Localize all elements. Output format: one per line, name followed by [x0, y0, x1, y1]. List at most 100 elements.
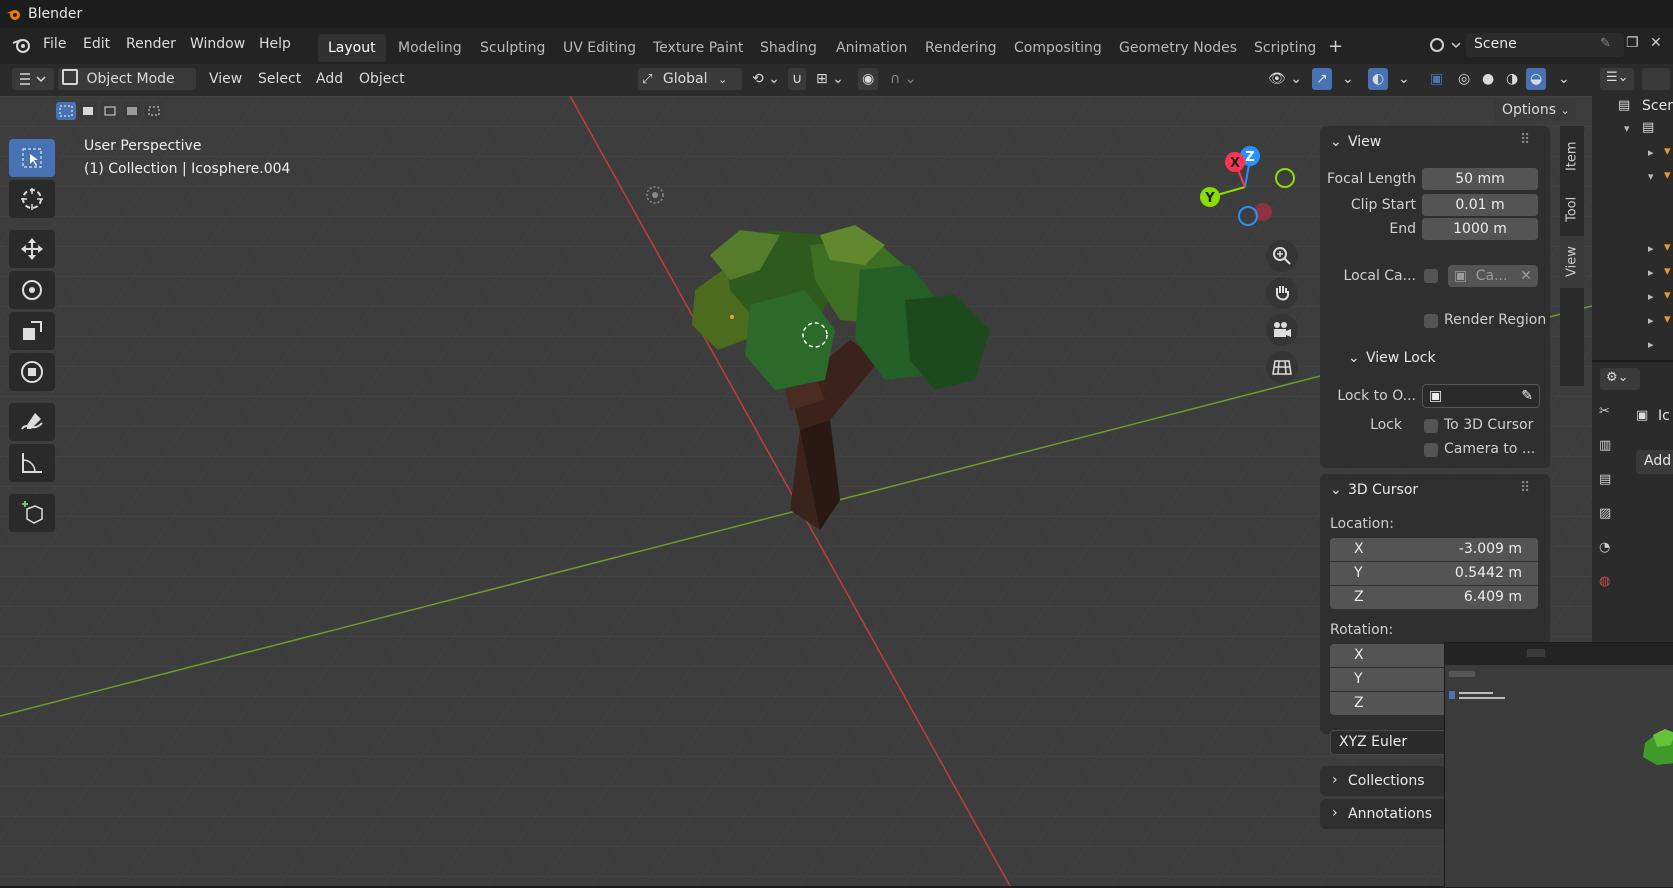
properties-editor-type-icon[interactable]: ⚙⌄	[1600, 368, 1640, 390]
cursor-x-value[interactable]: -3.009 m	[1459, 538, 1522, 561]
local-camera-value[interactable]: Ca...	[1476, 268, 1508, 284]
menu-add[interactable]: Add	[312, 68, 347, 90]
outliner-filter-icon[interactable]	[1642, 68, 1670, 90]
tab-scripting[interactable]: Scripting	[1244, 34, 1326, 62]
material-shading-icon[interactable]: ◑	[1502, 68, 1522, 90]
cursor-location-y[interactable]: Y 0.5442 m	[1330, 562, 1538, 585]
blender-menu-icon[interactable]	[11, 35, 33, 55]
tab-item[interactable]: Item	[1560, 130, 1584, 182]
navigation-gizmo[interactable]: Z X Y	[1190, 142, 1300, 232]
output-properties-icon[interactable]: ▤	[1599, 472, 1611, 487]
menu-edit[interactable]: Edit	[83, 36, 110, 52]
outliner[interactable]: ☰⌄ ▤ Scen ▾ ▤ ▸ ▾ ▾ ▾ ▸ ▾ ▸ ▾ ▸ ▾ ▸ ▾ ▸	[1592, 64, 1673, 360]
properties-object-name[interactable]: Ic	[1658, 408, 1670, 424]
mode-selector[interactable]: Object Mode ⌄	[58, 68, 196, 108]
light-icon[interactable]	[642, 183, 668, 207]
scene-type-icon[interactable]	[1428, 35, 1464, 55]
options-dropdown[interactable]: Options ⌄	[1494, 99, 1576, 121]
cursor-location-x[interactable]: X -3.009 m	[1330, 538, 1538, 561]
tab-rendering[interactable]: Rendering	[915, 34, 1007, 62]
expand-icon[interactable]: ▸	[1648, 338, 1654, 351]
pivot-icon[interactable]: ⟲ ⌄	[748, 68, 784, 90]
outliner-scene-label[interactable]: Scen	[1642, 98, 1673, 114]
add-modifier-button[interactable]: Add I	[1636, 450, 1673, 474]
solid-shading-icon[interactable]: ●	[1478, 68, 1498, 90]
ortho-toggle-button[interactable]	[1266, 351, 1298, 383]
view-lock-title[interactable]: View Lock	[1366, 350, 1436, 366]
scene-properties-icon[interactable]: ◔	[1599, 540, 1610, 555]
options-label[interactable]: Options	[1502, 102, 1556, 118]
menu-object[interactable]: Object	[355, 68, 409, 90]
tab-animation[interactable]: Animation	[826, 34, 917, 62]
view-lock-collapse-icon[interactable]: ⌄	[1348, 350, 1360, 366]
snap-target-icon[interactable]: ⊞ ⌄	[812, 68, 848, 90]
view-layer-icon[interactable]: ▨	[1599, 506, 1611, 521]
tree-model[interactable]	[640, 210, 1060, 570]
world-properties-icon[interactable]: ◍	[1599, 574, 1610, 589]
proportional-editing-icon[interactable]: ◉	[858, 68, 879, 90]
expand-icon[interactable]: ▾	[1648, 170, 1654, 183]
tab-compositing[interactable]: Compositing	[1004, 34, 1112, 62]
close-scene-icon[interactable]: ✕	[1650, 35, 1662, 51]
expand-icon[interactable]: ▸	[1648, 314, 1654, 327]
expand-icon[interactable]: ▸	[1648, 290, 1654, 303]
eyedropper-icon[interactable]: ✎	[1521, 385, 1533, 407]
shading-menu-icon[interactable]: ⌄	[1554, 68, 1574, 90]
expand-icon[interactable]: ▸	[1648, 146, 1654, 159]
measure-tool[interactable]	[9, 444, 55, 482]
tab-texture-paint[interactable]: Texture Paint	[643, 34, 753, 62]
xray-icon[interactable]: ▣	[1426, 68, 1447, 90]
menu-window[interactable]: Window	[190, 36, 245, 52]
cursor-section-title[interactable]: 3D Cursor	[1348, 482, 1418, 498]
view-section-title[interactable]: View	[1348, 134, 1381, 150]
add-cube-tool[interactable]	[9, 494, 55, 532]
tab-layout[interactable]: Layout	[318, 34, 386, 62]
rotate-tool[interactable]	[9, 271, 55, 309]
outliner-editor-type-icon[interactable]: ☰⌄	[1600, 68, 1634, 90]
annotations-title[interactable]: Annotations	[1348, 806, 1432, 822]
render-region-checkbox[interactable]	[1424, 314, 1438, 328]
expand-icon[interactable]: ▸	[1648, 266, 1654, 279]
select-box-tool[interactable]	[9, 139, 55, 177]
snap-icon[interactable]: ∪	[788, 68, 807, 90]
add-workspace-icon[interactable]: +	[1328, 36, 1343, 57]
cursor-y-value[interactable]: 0.5442 m	[1455, 562, 1522, 585]
clear-icon[interactable]: ✕	[1520, 265, 1532, 287]
cursor-z-value[interactable]: 6.409 m	[1464, 586, 1522, 609]
screenshot-thumbnail[interactable]	[1444, 642, 1673, 888]
tab-tool[interactable]: Tool	[1560, 186, 1584, 232]
render-properties-icon[interactable]: ▥	[1599, 438, 1611, 453]
rendered-shading-icon[interactable]: ◒	[1526, 68, 1547, 90]
scene-name[interactable]: Scene	[1474, 36, 1517, 52]
mode-label[interactable]: Object Mode	[86, 71, 174, 87]
drag-handle-icon[interactable]: ⠿	[1520, 480, 1530, 496]
wireframe-shading-icon[interactable]: ◎	[1454, 68, 1474, 90]
menu-file[interactable]: File	[43, 36, 66, 52]
visibility-icon[interactable]: 👁 ⌄	[1264, 68, 1306, 90]
orientation-label[interactable]: Global	[663, 71, 708, 87]
focal-length-field[interactable]: 50 mm	[1422, 168, 1538, 190]
collections-title[interactable]: Collections	[1348, 773, 1425, 789]
falloff-icon[interactable]: ∩ ⌄	[886, 68, 920, 90]
rotation-mode-value[interactable]: XYZ Euler	[1339, 731, 1407, 754]
pan-button[interactable]	[1266, 277, 1298, 309]
editor-type-button[interactable]	[12, 68, 54, 90]
tool-properties-icon[interactable]: ✂	[1599, 404, 1610, 419]
menu-view[interactable]: View	[205, 68, 246, 90]
lock-to-3d-cursor-checkbox[interactable]	[1424, 419, 1438, 433]
camera-view-button[interactable]	[1266, 314, 1298, 346]
zoom-button[interactable]	[1266, 240, 1298, 272]
menu-select[interactable]: Select	[254, 68, 305, 90]
transform-tool[interactable]	[9, 353, 55, 391]
pin-icon[interactable]: ✎	[1600, 36, 1611, 51]
gizmo-menu-icon[interactable]: ⌄	[1338, 68, 1358, 90]
tab-sculpting[interactable]: Sculpting	[470, 34, 555, 62]
view-collapse-icon[interactable]: ⌄	[1330, 134, 1342, 150]
annotate-tool[interactable]	[9, 403, 55, 441]
clip-end-field[interactable]: 1000 m	[1422, 218, 1538, 240]
local-camera-field[interactable]: ▣ Ca... ✕	[1448, 265, 1538, 287]
tab-modeling[interactable]: Modeling	[388, 34, 472, 62]
overlay-toggle-icon[interactable]: ◐	[1368, 68, 1389, 90]
cursor-tool[interactable]	[9, 180, 55, 218]
scene-selector[interactable]: Scene ✎	[1466, 33, 1624, 57]
